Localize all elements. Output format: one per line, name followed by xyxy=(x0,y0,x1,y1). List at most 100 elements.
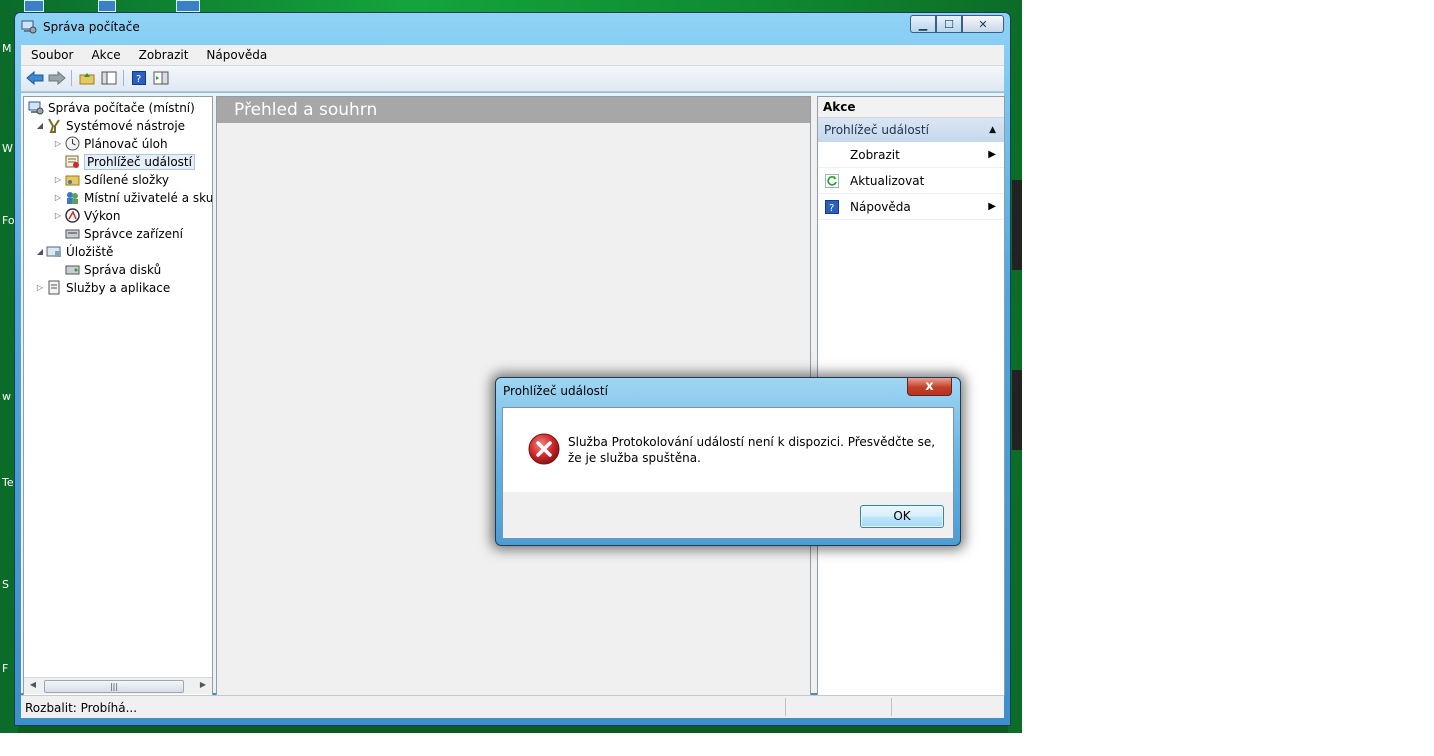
action-label: Zobrazit xyxy=(850,147,900,162)
minimize-button[interactable]: ▁ xyxy=(910,15,936,33)
center-header: Přehled a souhrn xyxy=(217,97,810,123)
toolbar-separator xyxy=(71,70,72,86)
desktop-label: S xyxy=(2,578,9,591)
tree-item-label: Místní uživatelé a skupiny xyxy=(84,190,213,205)
actions-section-label: Prohlížeč událostí xyxy=(824,123,929,137)
desktop-label: M xyxy=(2,42,12,55)
maximize-button[interactable]: ☐ xyxy=(936,15,962,33)
background-window-edge xyxy=(1012,180,1022,270)
performance-icon xyxy=(64,208,80,223)
action-zobrazit[interactable]: Zobrazit ▶ xyxy=(818,142,1004,168)
toolbar: ? xyxy=(21,66,1004,92)
menu-soubor[interactable]: Soubor xyxy=(21,48,81,62)
expand-arrow-icon[interactable]: ▷ xyxy=(34,283,46,292)
dialog-close-button[interactable]: x xyxy=(907,378,952,396)
folder-up-icon xyxy=(79,73,95,85)
expand-arrow-icon[interactable]: ▷ xyxy=(52,139,64,148)
svg-text:?: ? xyxy=(136,74,141,85)
expand-arrow-icon[interactable]: ▷ xyxy=(52,211,64,220)
scroll-thumb[interactable]: ||| xyxy=(44,680,184,693)
tree-item-services-apps[interactable]: ▷ Služby a aplikace xyxy=(34,279,170,296)
status-separator xyxy=(785,698,786,716)
desktop-label: Te xyxy=(2,476,14,489)
toolbar-separator xyxy=(123,70,124,86)
system-tools-icon xyxy=(46,118,62,133)
action-napoveda[interactable]: ? Nápověda ▶ xyxy=(818,194,1004,220)
tree-item-local-users[interactable]: ▷ Místní uživatelé a skupiny xyxy=(52,189,213,206)
refresh-icon xyxy=(824,173,840,189)
task-scheduler-icon xyxy=(64,136,80,151)
back-button[interactable] xyxy=(25,69,45,87)
shared-folders-icon xyxy=(64,172,80,187)
blank-icon xyxy=(824,147,840,163)
actions-section-header[interactable]: Prohlížeč událostí ▲ xyxy=(818,118,1004,142)
tree-item-event-viewer[interactable]: Prohlížeč událostí xyxy=(64,153,195,170)
show-hide-tree-button[interactable] xyxy=(99,69,119,87)
event-viewer-icon xyxy=(64,154,80,169)
tree-item-performance[interactable]: ▷ Výkon xyxy=(52,207,120,224)
tree-item-label: Prohlížeč událostí xyxy=(84,153,195,170)
desktop-icon[interactable] xyxy=(98,0,116,12)
window-title: Správa počítače xyxy=(43,20,140,34)
dialog-message: Služba Protokolování událostí není k dis… xyxy=(568,435,936,465)
tree-item-label: Sdílené složky xyxy=(84,172,169,187)
help-button[interactable]: ? xyxy=(129,69,149,87)
desktop-label: Fo xyxy=(2,214,15,227)
horizontal-scrollbar[interactable]: ◀ ||| ▶ xyxy=(24,677,212,694)
tree-item-disk-management[interactable]: Správa disků xyxy=(64,261,161,278)
collapse-triangle-icon[interactable]: ▲ xyxy=(989,118,996,142)
menu-akce[interactable]: Akce xyxy=(81,48,128,62)
status-text: Rozbalit: Probíhá... xyxy=(25,701,138,715)
dialog-message-area: Služba Protokolování událostí není k dis… xyxy=(503,408,953,492)
services-apps-icon xyxy=(46,280,62,295)
background-window-edge xyxy=(1012,370,1022,450)
dialog-body: Služba Protokolování událostí není k dis… xyxy=(502,407,954,539)
tree-item-storage[interactable]: ◢ Úložiště xyxy=(34,243,114,260)
desktop-label: w xyxy=(2,390,11,403)
title-bar[interactable]: Správa počítače ▁ ☐ ✕ xyxy=(15,13,1010,39)
dialog-title: Prohlížeč událostí xyxy=(503,384,608,398)
back-arrow-icon xyxy=(26,71,44,85)
users-groups-icon xyxy=(64,190,80,205)
action-label: Aktualizovat xyxy=(850,173,925,188)
menu-napoveda[interactable]: Nápověda xyxy=(196,48,275,62)
svg-text:?: ? xyxy=(829,203,834,214)
error-icon xyxy=(528,433,560,465)
ok-button[interactable]: OK xyxy=(860,505,944,528)
up-folder-button[interactable] xyxy=(77,69,97,87)
tree-item-label: Systémové nástroje xyxy=(66,118,186,133)
desktop-label: W xyxy=(2,142,13,155)
tree-item-root[interactable]: Správa počítače (místní) xyxy=(28,99,195,116)
tree-item-label: Výkon xyxy=(84,208,121,223)
computer-management-icon xyxy=(21,20,37,34)
desktop-icon[interactable] xyxy=(176,0,200,12)
submenu-arrow-icon: ▶ xyxy=(988,201,996,212)
status-separator xyxy=(891,698,892,716)
tree-item-label: Služby a aplikace xyxy=(66,280,171,295)
actions-title: Akce xyxy=(818,97,1004,118)
forward-arrow-icon xyxy=(48,71,66,85)
scroll-right-icon[interactable]: ▶ xyxy=(197,680,209,689)
expand-arrow-icon[interactable]: ▷ xyxy=(52,175,64,184)
menu-zobrazit[interactable]: Zobrazit xyxy=(129,48,197,62)
storage-icon xyxy=(46,244,62,259)
tree-item-task-scheduler[interactable]: ▷ Plánovač úloh xyxy=(52,135,168,152)
expand-arrow-icon[interactable]: ▷ xyxy=(52,193,64,202)
collapse-arrow-icon[interactable]: ◢ xyxy=(34,121,46,130)
close-button[interactable]: ✕ xyxy=(962,15,1004,33)
error-dialog: Prohlížeč událostí x Služba Protokolován… xyxy=(495,377,961,546)
status-bar: Rozbalit: Probíhá... xyxy=(21,695,1004,718)
scroll-left-icon[interactable]: ◀ xyxy=(27,680,39,689)
tree-item-device-manager[interactable]: Správce zařízení xyxy=(64,225,183,242)
show-action-pane-button[interactable] xyxy=(151,69,171,87)
tree-item-system-tools[interactable]: ◢ Systémové nástroje xyxy=(34,117,185,134)
tree-item-shared-folders[interactable]: ▷ Sdílené složky xyxy=(52,171,169,188)
action-aktualizovat[interactable]: Aktualizovat xyxy=(818,168,1004,194)
help-icon: ? xyxy=(132,71,146,85)
computer-management-window: Správa počítače ▁ ☐ ✕ Soubor Akce Zobraz… xyxy=(14,12,1011,726)
collapse-arrow-icon[interactable]: ◢ xyxy=(34,247,46,256)
tree-item-label: Správce zařízení xyxy=(84,226,183,241)
computer-management-icon xyxy=(28,100,44,115)
forward-button[interactable] xyxy=(47,69,67,87)
desktop-icon[interactable] xyxy=(24,0,44,12)
